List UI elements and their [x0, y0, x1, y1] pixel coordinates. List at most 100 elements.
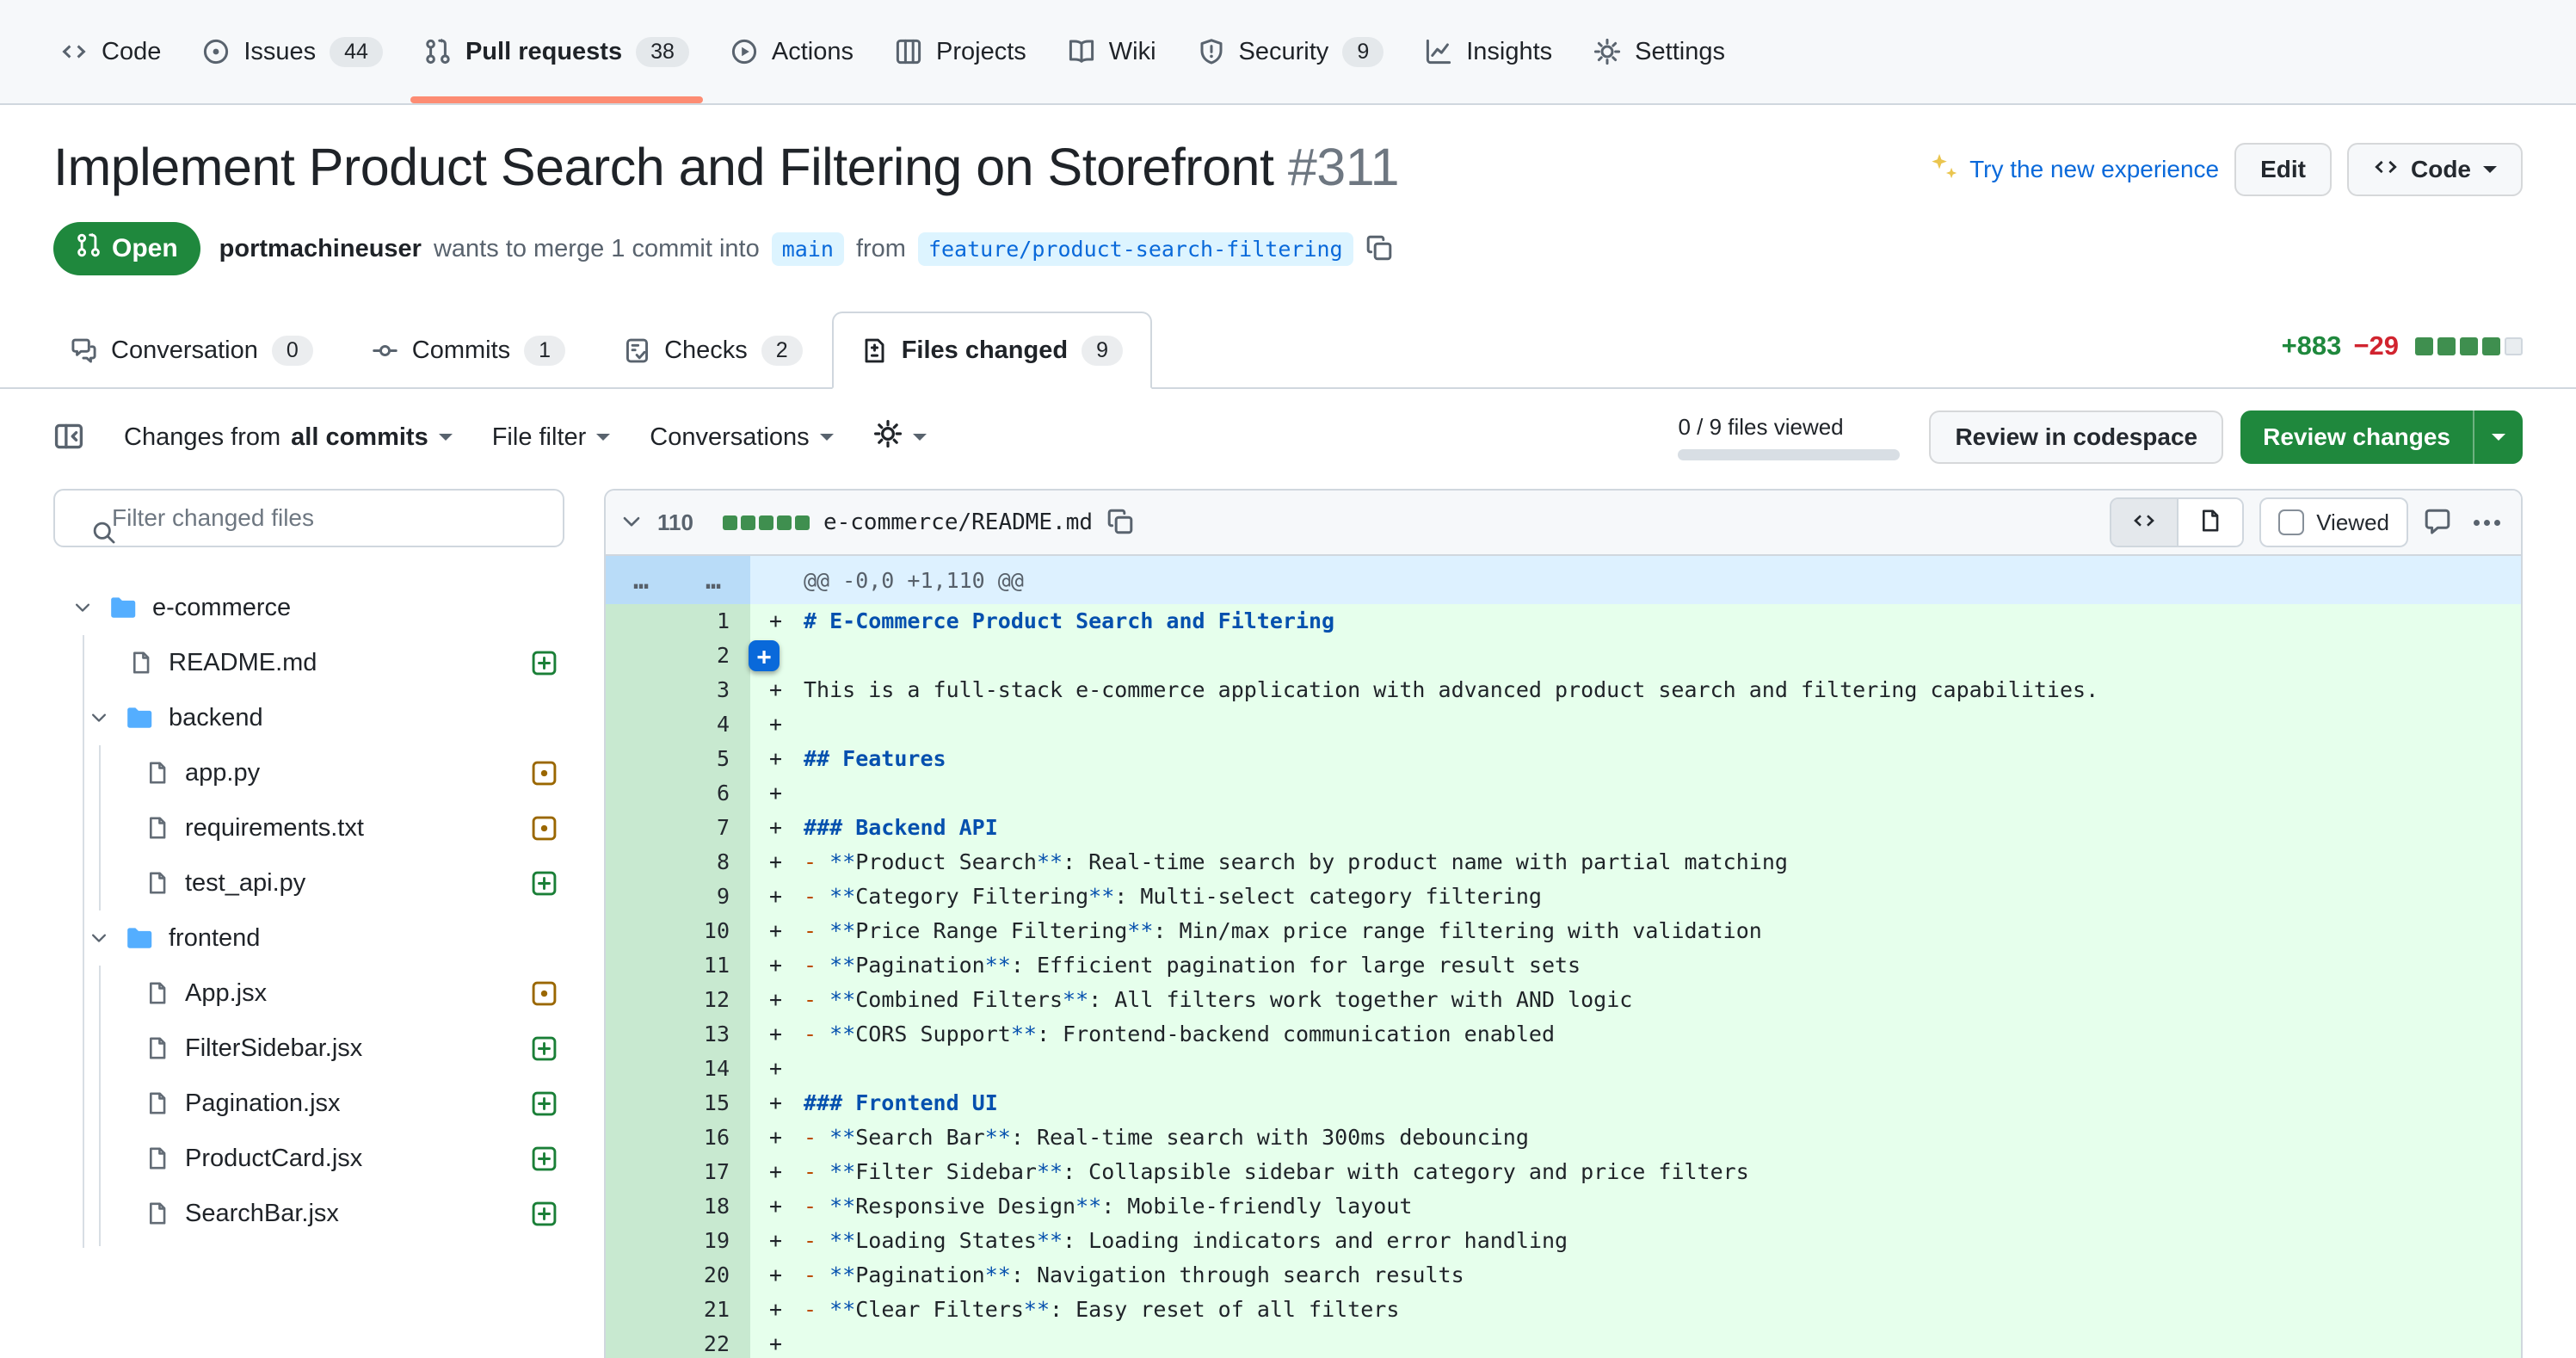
sidebar-collapse-icon [53, 421, 84, 454]
tree-file-requirements-txt[interactable]: requirements.txt [53, 800, 564, 855]
diff-line-number[interactable]: 14 [606, 1052, 750, 1086]
edit-button[interactable]: Edit [2234, 143, 2332, 196]
diff-line-row: 9+- **Category Filtering**: Multi-select… [606, 880, 2521, 914]
collapse-file-tree-button[interactable] [53, 421, 84, 454]
tree-file-app-jsx[interactable]: App.jsx [53, 966, 564, 1021]
file-comment-button[interactable] [2424, 508, 2451, 538]
nav-item-pull-requests[interactable]: Pull requests38 [409, 0, 705, 103]
diff-line-number[interactable]: 20 [606, 1258, 750, 1293]
diff-added-icon [531, 1090, 558, 1117]
rich-view-button[interactable] [2177, 499, 2242, 546]
diff-add-sign: + [769, 1189, 804, 1224]
changes-from-dropdown[interactable]: Changes from all commits [124, 423, 453, 452]
copy-file-path-button[interactable] [1106, 508, 1134, 538]
diffstat-block [795, 515, 810, 530]
tab-checks[interactable]: Checks2 [595, 312, 832, 389]
nav-item-wiki[interactable]: Wiki [1052, 0, 1172, 103]
nav-item-code[interactable]: Code [45, 0, 176, 103]
diffstat-block [759, 515, 773, 530]
head-branch-label[interactable]: feature/product-search-filtering [918, 232, 1353, 266]
diff-line-number[interactable]: 5 [606, 742, 750, 776]
filter-changed-files-input[interactable] [53, 489, 564, 547]
collapse-diff-button[interactable] [619, 509, 644, 536]
diff-line-number[interactable]: 10 [606, 914, 750, 948]
git-commit-icon [372, 337, 398, 364]
diff-line-number[interactable]: 13 [606, 1017, 750, 1052]
tree-folder-frontend[interactable]: frontend [53, 910, 564, 966]
diff-line-number[interactable]: 15 [606, 1086, 750, 1120]
diff-add-sign: + [769, 845, 804, 880]
diff-line-number[interactable]: 6 [606, 776, 750, 811]
viewed-checkbox[interactable] [2278, 509, 2304, 535]
diff-line-number[interactable]: 4 [606, 707, 750, 742]
file-options-button[interactable] [2467, 520, 2507, 526]
chevron-down-icon [913, 434, 927, 448]
conversations-dropdown[interactable]: Conversations [650, 423, 833, 452]
tree-file-filtersidebar-jsx[interactable]: FilterSidebar.jsx [53, 1021, 564, 1076]
try-new-experience-link[interactable]: Try the new experience [1930, 152, 2219, 188]
diff-line-number[interactable]: 2 [606, 639, 750, 673]
diff-line-number[interactable]: 17 [606, 1155, 750, 1189]
diff-line-number[interactable]: 11 [606, 948, 750, 983]
diff-line-content: +- **Product Search**: Real-time search … [750, 845, 2521, 880]
tree-file-pagination-jsx[interactable]: Pagination.jsx [53, 1076, 564, 1131]
diff-line-number[interactable]: 19 [606, 1224, 750, 1258]
diff-line-row: 4+ [606, 707, 2521, 742]
source-view-button[interactable] [2111, 499, 2177, 546]
expand-hunk-button[interactable]: …… [606, 556, 750, 604]
viewed-toggle[interactable]: Viewed [2259, 497, 2408, 547]
nav-item-counter: 9 [1342, 37, 1384, 67]
tab-commits[interactable]: Commits1 [342, 312, 595, 389]
nav-item-projects[interactable]: Projects [879, 0, 1042, 103]
file-icon [2198, 509, 2222, 533]
diff-line-number[interactable]: 22 [606, 1327, 750, 1358]
base-branch-label[interactable]: main [772, 232, 844, 266]
diff-add-sign: + [769, 1086, 804, 1120]
review-changes-button[interactable]: Review changes [2240, 410, 2523, 464]
diff-line-number[interactable]: 9 [606, 880, 750, 914]
diff-line-number[interactable]: 1 [606, 604, 750, 639]
file-filter-dropdown[interactable]: File filter [492, 423, 611, 452]
tree-folder-e-commerce[interactable]: e-commerce [53, 580, 564, 635]
diff-line-number[interactable]: 12 [606, 983, 750, 1017]
hunk-header-row: …… @@ -0,0 +1,110 @@ [606, 556, 2521, 604]
tab-counter: 9 [1082, 336, 1123, 366]
nav-item-settings[interactable]: Settings [1578, 0, 1741, 103]
tree-file-productcard-jsx[interactable]: ProductCard.jsx [53, 1131, 564, 1186]
chevron-down-icon [89, 928, 109, 948]
copy-branch-button[interactable] [1365, 234, 1393, 264]
tree-folder-backend[interactable]: backend [53, 690, 564, 745]
diff-line-number[interactable]: 7 [606, 811, 750, 845]
diff-line-row: 8+- **Product Search**: Real-time search… [606, 845, 2521, 880]
nav-item-insights[interactable]: Insights [1409, 0, 1568, 103]
tab-conversation[interactable]: Conversation0 [41, 312, 342, 389]
code-dropdown-button[interactable]: Code [2347, 143, 2523, 196]
copy-icon [1106, 508, 1134, 538]
diff-line-number[interactable]: 18 [606, 1189, 750, 1224]
nav-item-issues[interactable]: Issues44 [187, 0, 398, 103]
nav-item-security[interactable]: Security9 [1182, 0, 1400, 103]
pr-author[interactable]: portmachineuser [219, 235, 422, 263]
diff-line-number[interactable]: 16 [606, 1120, 750, 1155]
tab-label: Conversation [111, 336, 258, 365]
diff-line-content: + [750, 1327, 2521, 1358]
review-in-codespace-button[interactable]: Review in codespace [1929, 410, 2223, 464]
diffstat-additions: +883 [2282, 330, 2342, 361]
diff-line-number[interactable]: 3 [606, 673, 750, 707]
tree-file-searchbar-jsx[interactable]: SearchBar.jsx [53, 1186, 564, 1241]
chevron-down-icon[interactable] [2473, 410, 2523, 464]
tree-item-label: frontend [169, 924, 260, 953]
tree-item-label: FilterSidebar.jsx [185, 1034, 362, 1063]
diff-line-number[interactable]: 8 [606, 845, 750, 880]
tree-file-test-api-py[interactable]: test_api.py [53, 855, 564, 910]
diff-line-content: +- **Clear Filters**: Easy reset of all … [750, 1293, 2521, 1327]
diff-line-number[interactable]: 21 [606, 1293, 750, 1327]
copy-icon [1365, 234, 1393, 264]
nav-item-actions[interactable]: Actions [715, 0, 869, 103]
diff-settings-dropdown[interactable] [873, 419, 927, 455]
tree-file-readme-md[interactable]: README.md [53, 635, 564, 690]
search-icon [91, 520, 117, 546]
add-comment-button[interactable]: + [749, 640, 780, 671]
tab-files-changed[interactable]: Files changed9 [832, 312, 1152, 389]
tree-file-app-py[interactable]: app.py [53, 745, 564, 800]
